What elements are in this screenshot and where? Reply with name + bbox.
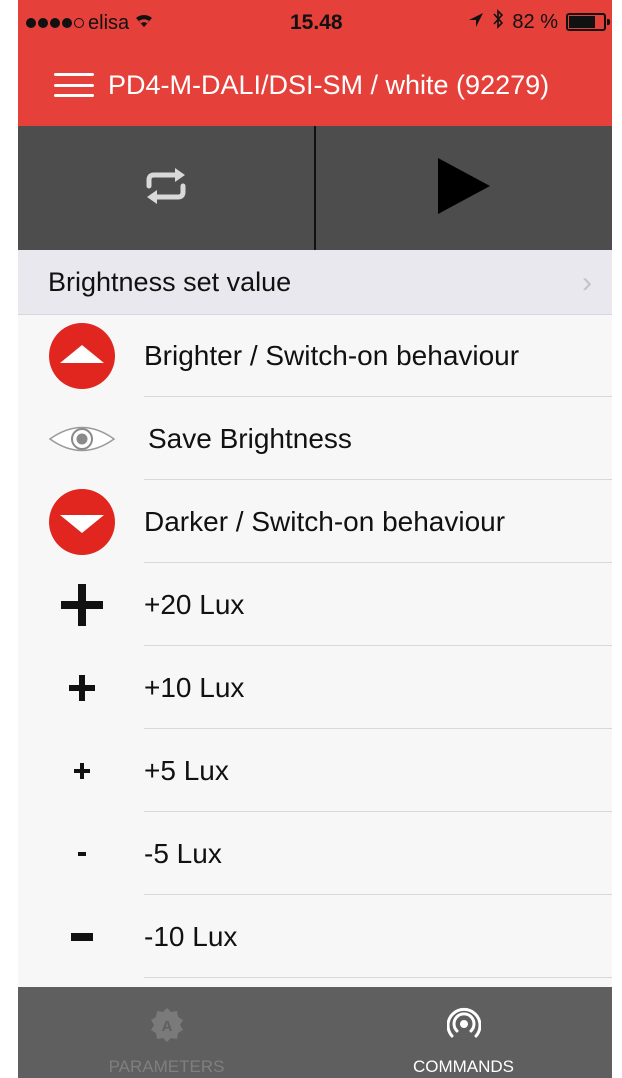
command-plus-5[interactable]: +5 Lux — [18, 729, 612, 812]
carrier-name: elisa — [88, 11, 130, 34]
arrow-up-circle-icon — [46, 314, 118, 397]
chevron-right-icon: › — [582, 266, 592, 299]
command-label: Brighter / Switch-on behaviour — [144, 339, 520, 371]
section-title: Brightness set value — [48, 266, 292, 297]
nav-bar: PD4-M-DALI/DSI-SM / white (92279) — [18, 44, 612, 126]
tab-bar: A PARAMETERS COMMANDS — [18, 987, 612, 1078]
command-label: +5 Lux — [144, 754, 229, 786]
status-time: 15.48 — [290, 11, 343, 34]
play-icon — [436, 156, 492, 221]
tab-parameters[interactable]: A PARAMETERS — [18, 987, 315, 1078]
command-brighter[interactable]: Brighter / Switch-on behaviour — [18, 314, 612, 397]
tab-label: PARAMETERS — [108, 1057, 225, 1076]
command-minus-10[interactable]: -10 Lux — [18, 895, 612, 978]
location-arrow-icon — [468, 11, 484, 34]
page-title: PD4-M-DALI/DSI-SM / white (92279) — [108, 69, 550, 100]
command-list: Brighter / Switch-on behaviour Save Brig… — [18, 314, 612, 978]
tab-commands[interactable]: COMMANDS — [315, 987, 612, 1078]
command-label: +10 Lux — [144, 671, 245, 703]
command-label: Save Brightness — [148, 422, 352, 454]
command-label: Darker / Switch-on behaviour — [144, 505, 506, 537]
command-plus-20[interactable]: +20 Lux — [18, 563, 612, 646]
minus-medium-icon — [46, 895, 118, 978]
tab-label: COMMANDS — [412, 1057, 515, 1076]
repeat-button[interactable] — [18, 126, 316, 250]
eye-icon — [46, 397, 118, 480]
control-row — [18, 126, 612, 250]
plus-medium-icon — [46, 646, 118, 729]
carrier-info: elisa — [26, 11, 155, 35]
app-screen: elisa 15.48 82 % PD4-M-DALI/DSI-SM / whi… — [18, 0, 612, 1078]
plus-small-icon — [46, 729, 118, 812]
battery-icon — [566, 13, 610, 31]
command-minus-5[interactable]: -5 Lux — [18, 812, 612, 895]
wifi-icon — [133, 11, 155, 35]
arrow-down-circle-icon — [46, 480, 118, 563]
broadcast-icon — [446, 1007, 481, 1046]
svg-text:A: A — [161, 1018, 172, 1035]
command-label: -5 Lux — [144, 837, 222, 869]
command-label: -10 Lux — [144, 920, 238, 952]
menu-icon[interactable] — [54, 69, 94, 101]
command-label: +20 Lux — [144, 588, 245, 620]
signal-dots-icon — [26, 18, 84, 28]
minus-small-icon — [46, 812, 118, 895]
repeat-icon — [143, 166, 189, 211]
bluetooth-icon — [492, 9, 504, 35]
command-save-brightness[interactable]: Save Brightness — [18, 397, 612, 480]
command-darker[interactable]: Darker / Switch-on behaviour — [18, 480, 612, 563]
section-brightness-set-value[interactable]: Brightness set value › — [18, 250, 612, 315]
status-bar: elisa 15.48 82 % — [18, 0, 612, 44]
parameters-badge-icon: A — [149, 1007, 185, 1048]
command-plus-10[interactable]: +10 Lux — [18, 646, 612, 729]
status-right: 82 % — [468, 9, 610, 35]
play-button[interactable] — [316, 126, 612, 250]
plus-large-icon — [46, 563, 118, 646]
battery-percent: 82 % — [512, 10, 558, 33]
